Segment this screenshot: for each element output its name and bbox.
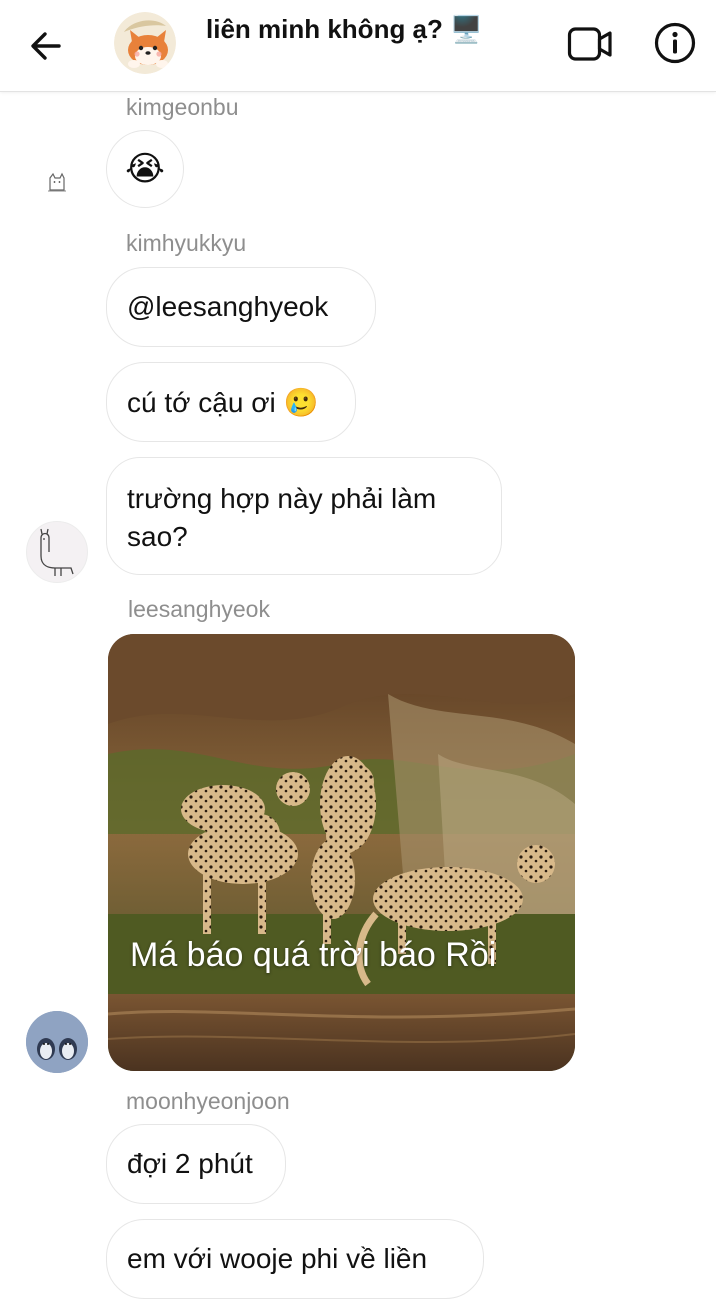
video-call-icon bbox=[567, 27, 612, 61]
sender-name: moonhyeonjoon bbox=[126, 1088, 290, 1114]
penguins-icon bbox=[26, 1011, 88, 1073]
message-bubble[interactable]: trường hợp này phải làm sao? bbox=[106, 457, 502, 575]
avatar[interactable] bbox=[26, 521, 88, 583]
message-bubble[interactable]: @leesanghyeok bbox=[106, 267, 376, 347]
back-button[interactable] bbox=[22, 22, 70, 70]
photo-caption: Má báo quá trời báo Rồi bbox=[130, 936, 497, 974]
cheetahs-photo bbox=[108, 634, 575, 1071]
message-text: cú tớ cậu ơi 🥲 bbox=[127, 386, 319, 418]
message-text: @leesanghyeok bbox=[127, 291, 329, 322]
message-text: trường hợp này phải làm sao? bbox=[127, 483, 437, 552]
video-call-button[interactable] bbox=[566, 22, 614, 66]
cat-sketch-icon bbox=[48, 172, 66, 192]
chat-title[interactable]: liên minh không ạ? 🖥️ bbox=[206, 14, 483, 45]
message-emoji: 😭 bbox=[125, 150, 165, 188]
avatar[interactable] bbox=[42, 170, 72, 194]
info-button[interactable] bbox=[652, 20, 698, 66]
message-bubble[interactable]: 😭 bbox=[106, 130, 184, 208]
message-text: đợi 2 phút bbox=[127, 1148, 253, 1179]
arrow-left-icon bbox=[31, 32, 61, 60]
alpaca-sketch-icon bbox=[40, 528, 74, 576]
message-bubble[interactable]: đợi 2 phút bbox=[106, 1124, 286, 1204]
sender-name: leesanghyeok bbox=[128, 596, 270, 622]
shiba-dog-icon bbox=[114, 12, 176, 74]
sender-name: kimhyukkyu bbox=[126, 230, 247, 256]
photo-message[interactable]: Má báo quá trời báo Rồi bbox=[108, 634, 575, 1071]
avatar[interactable] bbox=[26, 1011, 88, 1073]
message-bubble[interactable]: cú tớ cậu ơi 🥲 bbox=[106, 362, 356, 442]
chat-header: liên minh không ạ? 🖥️ bbox=[0, 0, 716, 92]
sender-name: kimgeonbu bbox=[126, 94, 239, 120]
group-avatar[interactable] bbox=[114, 12, 176, 74]
message-bubble[interactable]: em với wooje phi về liền bbox=[106, 1219, 484, 1299]
info-icon bbox=[654, 22, 696, 64]
message-text: em với wooje phi về liền bbox=[127, 1243, 428, 1274]
